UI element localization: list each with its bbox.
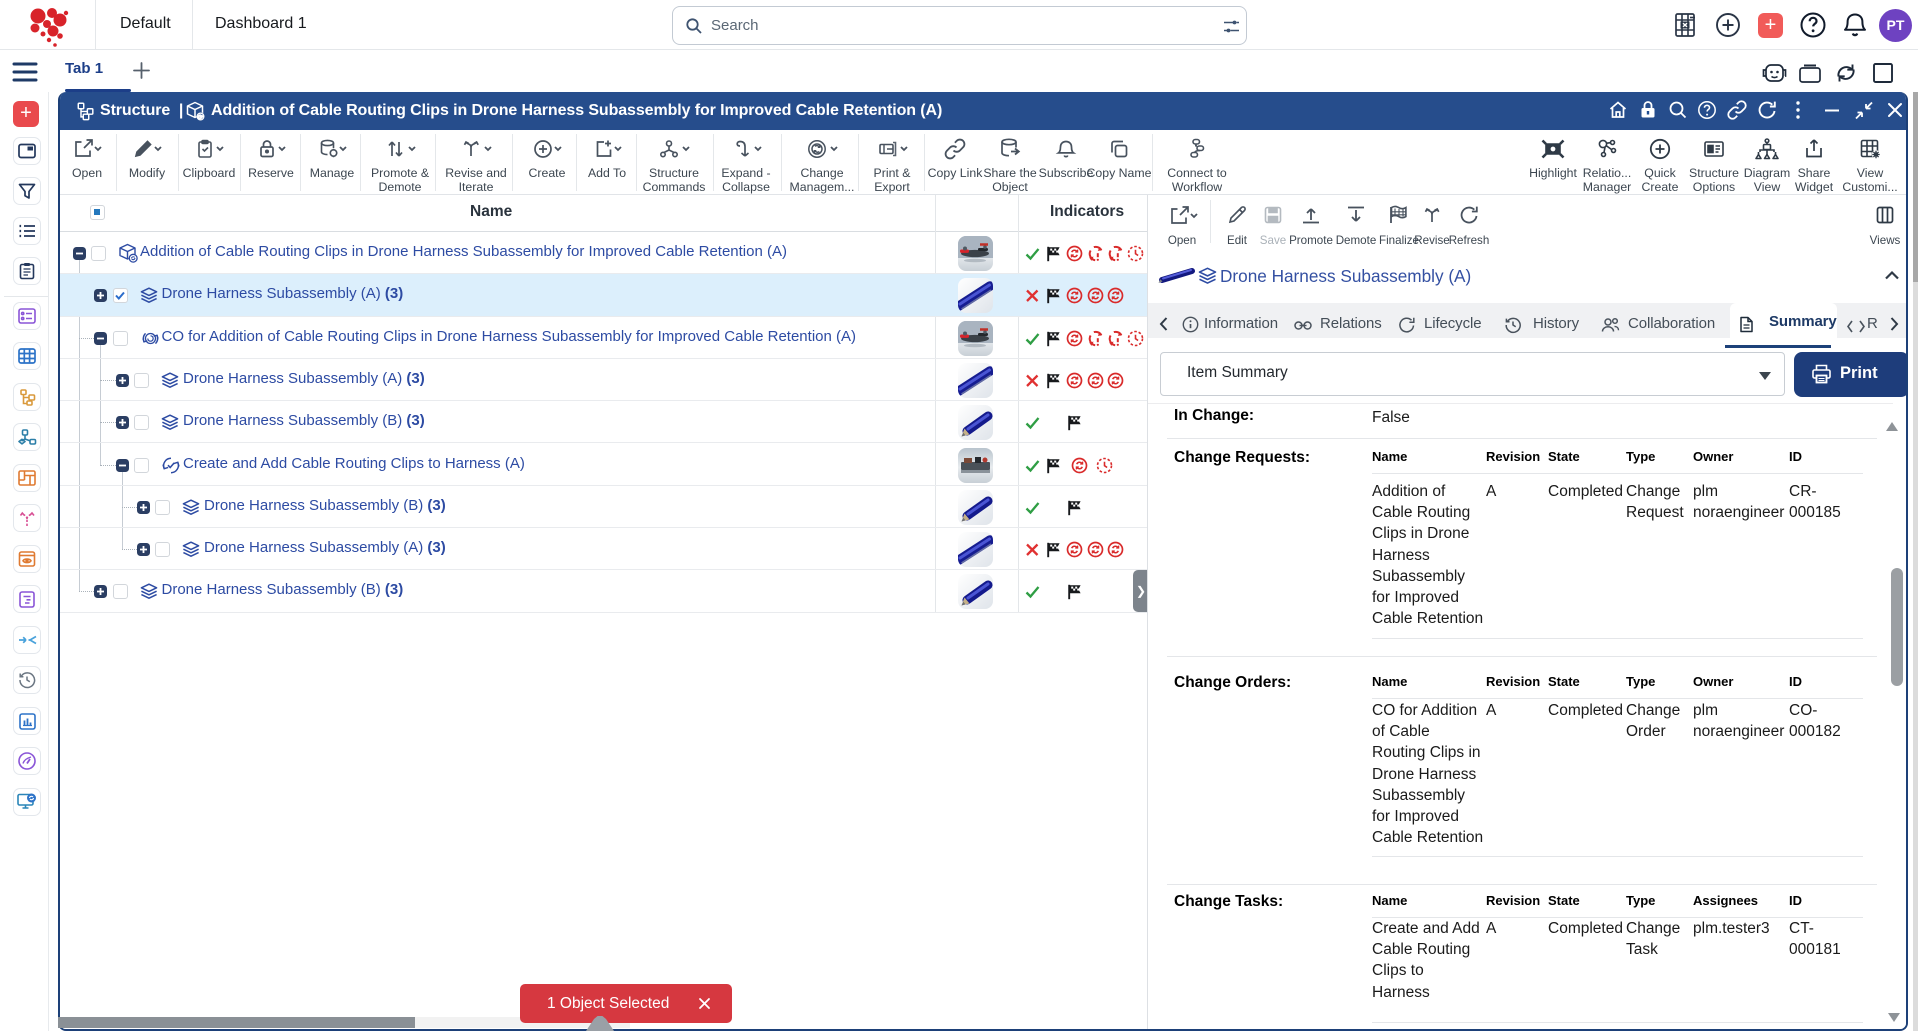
svg-text:⟳: ⟳	[198, 115, 203, 121]
